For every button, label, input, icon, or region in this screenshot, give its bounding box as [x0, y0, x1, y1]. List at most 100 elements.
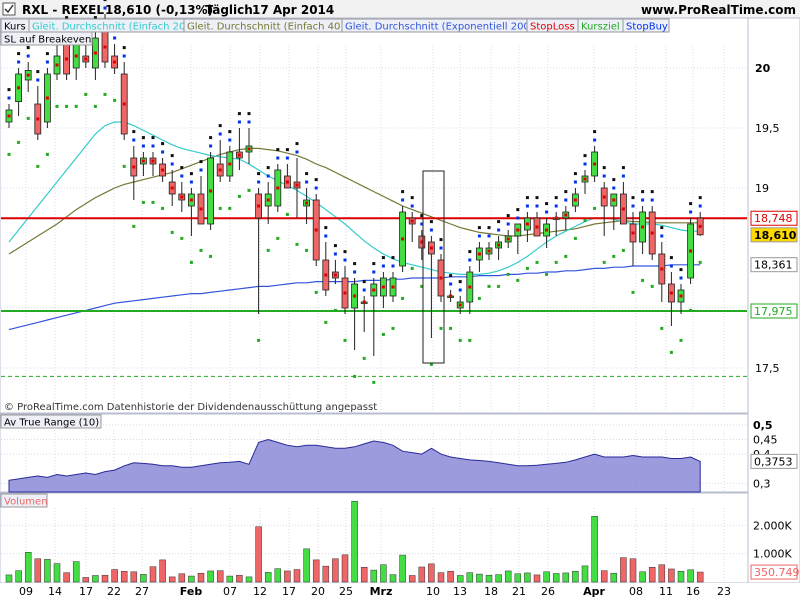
signal-dot: [247, 112, 251, 116]
volume-bar: [408, 575, 416, 583]
stopbuy-dot: [545, 210, 549, 214]
signal-dot: [698, 196, 702, 200]
signal-dot: [679, 268, 683, 272]
volume-bar: [101, 574, 109, 583]
date-tick-label: 25: [339, 585, 353, 598]
volume-bar: [389, 574, 397, 583]
stoploss-dot: [141, 159, 145, 163]
signal-dot: [410, 196, 414, 200]
volume-bar: [572, 570, 579, 583]
volume-bar: [207, 570, 214, 583]
stoploss-dot: [247, 147, 251, 151]
stoploss-dot: [679, 294, 683, 298]
signal-dot: [228, 130, 232, 134]
date-tick-label: 10: [426, 585, 440, 598]
stopbuy-dot: [122, 54, 126, 58]
volume-bar: [399, 554, 406, 583]
volume-bar: [332, 558, 339, 583]
stoploss-dot: [113, 60, 117, 64]
stoploss-dot: [189, 198, 193, 202]
value-label: 18,610: [754, 229, 797, 242]
volume-bar: [648, 567, 656, 583]
volume-bar: [629, 558, 637, 583]
atr-tick-label: 0,45: [753, 434, 778, 447]
kursziel-dot: [74, 104, 78, 108]
date-tick-label: Mrz: [370, 585, 393, 598]
kursziel-dot: [381, 332, 385, 336]
stopbuy-dot: [189, 180, 193, 184]
stopbuy-dot: [237, 120, 241, 124]
stoploss-dot: [151, 159, 155, 163]
stopbuy-dot: [199, 168, 203, 172]
kursziel-dot: [545, 272, 549, 276]
stopbuy-dot: [593, 138, 597, 142]
volume-bar: [687, 569, 694, 583]
stopbuy-dot: [353, 270, 357, 274]
stopbuy-dot: [554, 204, 558, 208]
kursziel-dot: [602, 260, 606, 264]
volume-bar: [437, 572, 445, 583]
atr-value-label: 0,3753: [754, 455, 793, 468]
signal-dot: [189, 172, 193, 176]
stopbuy-dot: [314, 186, 318, 190]
stopbuy-dot: [141, 144, 145, 148]
stoploss-dot: [103, 45, 107, 49]
stoploss-dot: [401, 237, 405, 241]
signal-dot: [458, 280, 462, 284]
signal-dot: [372, 262, 376, 266]
stopbuy-dot: [650, 198, 654, 202]
stopbuy-dot: [525, 204, 529, 208]
stoploss-dot: [506, 237, 510, 241]
stoploss-dot: [7, 114, 11, 118]
date-tick-label: 27: [135, 585, 149, 598]
legend-kurs: Kurs: [4, 22, 26, 33]
legend-ema200: Gleit. Durchschnitt (Exponentiell 200): [345, 22, 534, 33]
stopbuy-dot: [641, 198, 645, 202]
kursziel-dot: [573, 236, 577, 240]
volume-bar: [159, 559, 166, 583]
volume-bar: [668, 568, 675, 583]
signal-dot: [333, 244, 337, 248]
stoploss-dot: [362, 300, 366, 304]
signal-dot: [545, 202, 549, 206]
kursziel-dot: [698, 260, 702, 264]
volume-bar: [543, 571, 550, 583]
kursziel-dot: [593, 206, 597, 210]
signal-dot: [641, 190, 645, 194]
value-label: 18,748: [754, 212, 793, 225]
volume-bar: [72, 561, 80, 583]
signal-dot: [7, 88, 11, 92]
stopbuy-dot: [468, 258, 472, 262]
signal-dot: [276, 148, 280, 152]
signal-dot: [516, 208, 520, 212]
price-tick-label: 20: [755, 62, 771, 75]
stoploss-dot: [17, 86, 21, 90]
kursziel-dot: [679, 338, 683, 342]
stopbuy-dot: [439, 246, 443, 250]
signal-dot: [669, 256, 673, 260]
volume-bar: [370, 569, 378, 583]
volume-bar: [197, 572, 205, 583]
kursziel-dot: [391, 326, 395, 330]
volume-bar: [533, 574, 541, 583]
volume-title: Volumen: [4, 497, 48, 508]
kursziel-dot: [641, 278, 645, 282]
date-tick-label: 13: [453, 585, 467, 598]
stoploss-dot: [689, 249, 693, 253]
kursziel-dot: [45, 152, 49, 156]
signal-dot: [151, 136, 155, 140]
signal-dot: [343, 250, 347, 254]
stopbuy-dot: [295, 150, 299, 154]
signal-dot: [218, 124, 222, 128]
kursziel-dot: [372, 380, 376, 384]
volume-bar: [639, 571, 646, 583]
kursziel-dot: [65, 104, 69, 108]
stopbuy-dot: [429, 228, 433, 232]
date-tick-label: 12: [253, 585, 267, 598]
checkbox-icon[interactable]: [2, 2, 16, 16]
volume-bar: [476, 573, 483, 583]
signal-dot: [103, 0, 107, 2]
stopbuy-dot: [45, 60, 49, 64]
signal-dot: [525, 196, 529, 200]
kursziel-dot: [113, 98, 117, 102]
